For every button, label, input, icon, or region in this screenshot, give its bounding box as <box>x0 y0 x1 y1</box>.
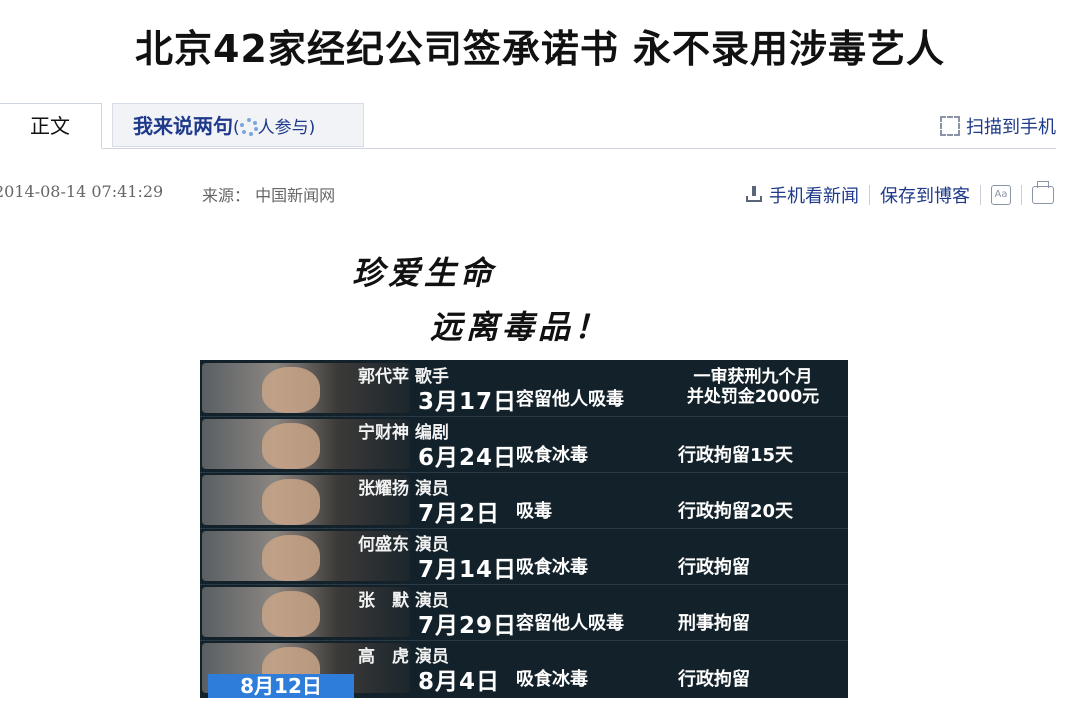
divider <box>869 185 870 205</box>
row-date: 8月4日 <box>418 669 501 695</box>
row-offense: 吸食冰毒 <box>516 669 588 690</box>
image-row: 宁财神 编剧 6月24日 吸食冰毒 行政拘留15天 <box>200 416 848 473</box>
row-date: 7月14日 <box>418 557 518 583</box>
row-offense: 容留他人吸毒 <box>516 389 624 410</box>
image-slogan-line2: 远离毒品！ <box>430 308 611 346</box>
mobile-news-link[interactable]: 手机看新闻 <box>769 182 859 208</box>
row-penalty: 行政拘留 <box>678 557 750 578</box>
image-row: 郭代苹 歌手 3月17日 容留他人吸毒 一审获刑九个月 并处罚金2000元 <box>200 360 848 417</box>
participant-count: (人参与) <box>233 118 316 138</box>
row-penalty: 一审获刑九个月 并处罚金2000元 <box>686 367 820 407</box>
image-row: 张 默 演员 7月29日 容留他人吸毒 刑事拘留 <box>200 584 848 641</box>
qr-scan-icon <box>940 116 960 136</box>
article-source: 来源： 中国新闻网 <box>202 186 336 205</box>
divider <box>1021 185 1022 205</box>
row-penalty: 刑事拘留 <box>678 613 750 634</box>
scan-label: 扫描到手机 <box>966 117 1056 138</box>
row-offense: 吸食冰毒 <box>516 445 588 466</box>
tab-bar: 正文 我来说两句(人参与) <box>0 103 1056 149</box>
tab-comments[interactable]: 我来说两句(人参与) <box>112 103 364 147</box>
row-offense: 吸食冰毒 <box>516 557 588 578</box>
row-date: 3月17日 <box>418 389 518 415</box>
publish-date: 2014-08-14 07:41:29 <box>0 182 164 201</box>
row-penalty: 行政拘留20天 <box>678 501 794 522</box>
print-icon[interactable] <box>1032 181 1054 204</box>
save-to-blog-link[interactable]: 保存到博客 <box>880 182 970 208</box>
broadcast-date-badge: 8月12日 <box>208 674 354 698</box>
loading-spinner-icon <box>239 118 258 136</box>
tab-comments-label: 我来说两句 <box>133 114 233 138</box>
article-title: 北京42家经纪公司签承诺书 永不录用涉毒艺人 <box>134 27 946 71</box>
article-toolbar: 手机看新闻 保存到博客 Aa <box>745 181 1054 208</box>
image-row: 张耀扬 演员 7月2日 吸毒 行政拘留20天 <box>200 472 848 529</box>
row-date: 7月29日 <box>418 613 518 639</box>
row-offense: 吸毒 <box>516 501 552 522</box>
download-icon <box>745 186 763 204</box>
image-slogan-line1: 珍爱生命 <box>352 254 497 292</box>
font-size-icon[interactable]: Aa <box>991 185 1011 205</box>
article-image: 郭代苹 歌手 3月17日 容留他人吸毒 一审获刑九个月 并处罚金2000元 宁财神… <box>200 360 848 698</box>
divider <box>980 185 981 205</box>
row-date: 6月24日 <box>418 445 518 471</box>
row-penalty: 行政拘留15天 <box>678 445 794 466</box>
row-offense: 容留他人吸毒 <box>516 613 624 634</box>
tab-body[interactable]: 正文 <box>0 103 102 149</box>
scan-to-phone[interactable]: 扫描到手机 <box>940 113 1056 139</box>
row-date: 7月2日 <box>418 501 501 527</box>
row-penalty: 行政拘留 <box>678 669 750 690</box>
image-row: 何盛东 演员 7月14日 吸食冰毒 行政拘留 <box>200 528 848 585</box>
